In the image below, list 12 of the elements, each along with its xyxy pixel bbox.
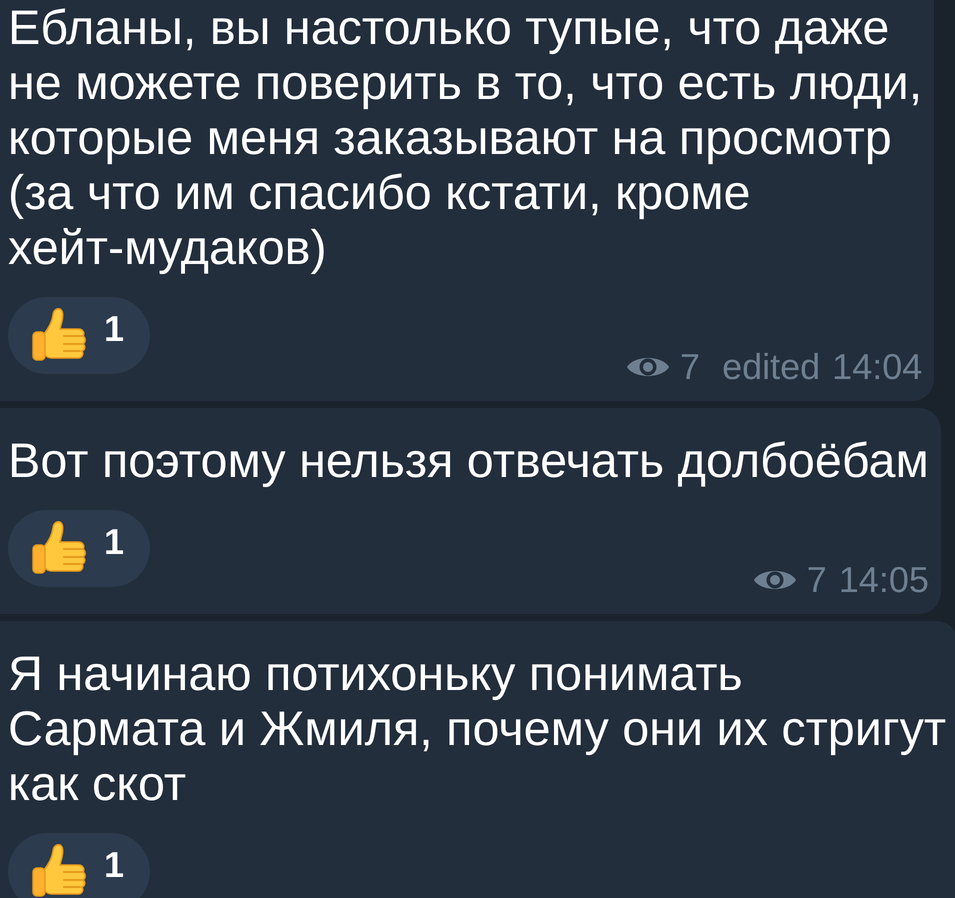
reaction-button[interactable]: 1	[8, 510, 150, 587]
reaction-button[interactable]: 1	[8, 297, 150, 374]
thumbs-up-icon	[30, 842, 88, 898]
edited-label: edited	[722, 347, 820, 387]
message-time: 14:04	[832, 347, 922, 387]
view-count: 7	[806, 560, 827, 600]
message-text: Я начинаю потихоньку понимать Сармата и Жмиля, почему они их стригут как скот	[8, 647, 946, 812]
reaction-button[interactable]: 1	[8, 833, 150, 898]
message-time: 14:05	[838, 560, 929, 600]
message-text: Вот поэтому нельзя отвечать долбоёбам	[8, 434, 929, 489]
view-count: 7	[680, 347, 700, 387]
message-text: Ебланы, вы настолько тупые, что даже не можете поверить в то, что есть люди, которые меня заказывают на просмотр (за что им спасибо кстати, кроме хейт-мудаков)	[8, 1, 922, 276]
